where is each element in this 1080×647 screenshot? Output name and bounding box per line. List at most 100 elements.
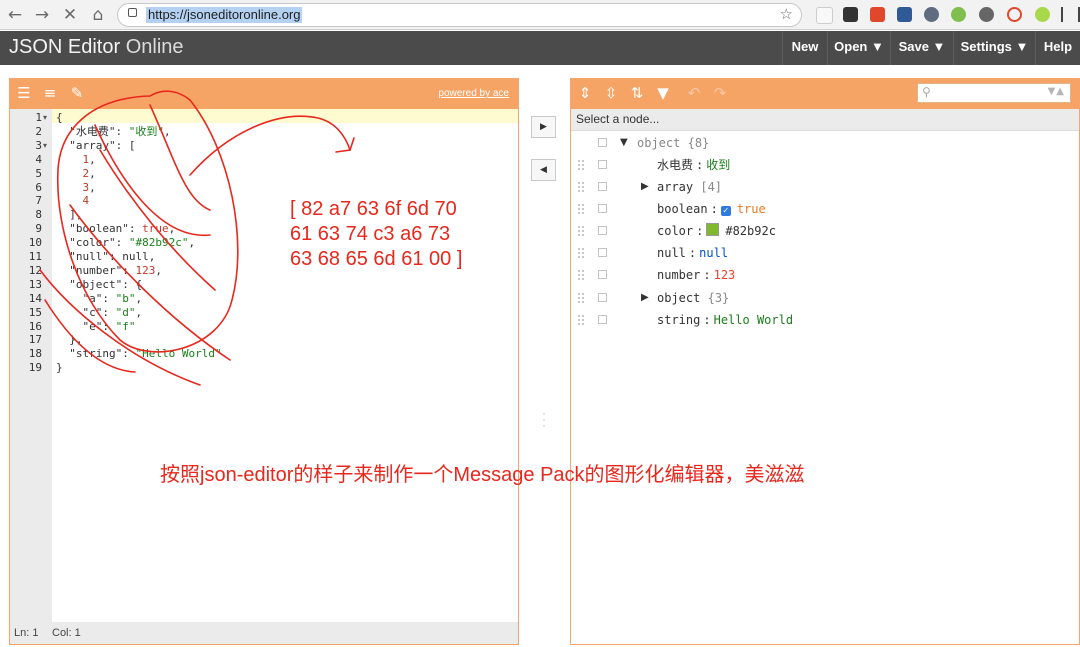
context-menu-checkbox[interactable] (598, 138, 607, 147)
code-line[interactable]: ], (56, 208, 82, 222)
fold-toggle-icon[interactable]: ▾ (43, 141, 47, 150)
back-icon[interactable]: ← (4, 4, 26, 26)
code-line[interactable]: "e": "f" (56, 320, 135, 334)
field-value[interactable]: #82b92c (725, 224, 776, 238)
wrench-icon[interactable]: ✎ (67, 83, 87, 103)
field-value[interactable]: true (737, 202, 766, 216)
field-key[interactable]: color (657, 224, 693, 238)
field-key[interactable]: string (657, 313, 700, 327)
expand-all-icon[interactable]: ⇕ (575, 83, 595, 103)
context-menu-checkbox[interactable] (598, 270, 607, 279)
redo-icon[interactable]: ↷ (710, 83, 730, 103)
field-key[interactable]: array (657, 180, 693, 194)
home-icon[interactable]: ⌂ (87, 4, 109, 26)
fold-toggle-icon[interactable]: ▾ (43, 113, 47, 122)
extension-smile-icon[interactable] (1035, 7, 1050, 22)
extension-red-icon[interactable] (870, 7, 885, 22)
extension-green-icon[interactable] (951, 7, 966, 22)
collapse-all-icon[interactable]: ⇳ (601, 83, 621, 103)
code-line[interactable]: "color": "#82b92c", (56, 236, 195, 250)
code-line[interactable]: "水电费": "收到", (56, 125, 170, 139)
format-icon[interactable]: ☰ (14, 83, 34, 103)
code-line[interactable]: }, (56, 333, 82, 347)
color-swatch[interactable] (706, 223, 720, 236)
menu-open[interactable]: Open ▼ (827, 31, 890, 65)
extension-compass-icon[interactable] (979, 7, 994, 22)
context-menu-checkbox[interactable] (598, 315, 607, 324)
drag-handle-icon[interactable] (577, 269, 585, 281)
powered-by-ace-link[interactable]: powered by ace (438, 88, 509, 99)
code-line[interactable]: 2, (56, 167, 96, 181)
address-bar[interactable]: https://jsoneditoronline.org ☆ (117, 3, 802, 27)
tree-row[interactable]: ▶ array [4] (571, 176, 1079, 198)
code-line[interactable]: "object": { (56, 278, 142, 292)
field-value[interactable]: Hello World (714, 313, 793, 327)
copy-to-left-button[interactable]: ◀ (531, 159, 556, 181)
tree-search-input[interactable]: ⚲ ▼▲ (917, 83, 1071, 103)
code-line[interactable]: "a": "b", (56, 292, 142, 306)
drag-handle-icon[interactable] (577, 292, 585, 304)
extension-blue-icon[interactable] (897, 7, 912, 22)
code-line[interactable]: "c": "d", (56, 306, 142, 320)
code-line[interactable]: "string": "Hello World" (56, 347, 221, 361)
code-line[interactable]: 3, (56, 181, 96, 195)
drag-handle-icon[interactable] (577, 225, 585, 237)
field-value[interactable]: null (699, 246, 728, 260)
extension-people-icon[interactable] (924, 7, 939, 22)
menu-save[interactable]: Save ▼ (890, 31, 953, 65)
field-value[interactable]: 123 (714, 268, 736, 282)
compact-icon[interactable]: ≡ (40, 83, 60, 103)
forward-icon[interactable]: → (31, 4, 53, 26)
context-menu-checkbox[interactable] (598, 204, 607, 213)
drag-handle-icon[interactable] (577, 203, 585, 215)
bookmark-star-icon[interactable]: ☆ (780, 5, 793, 23)
context-menu-checkbox[interactable] (598, 248, 607, 257)
undo-icon[interactable]: ↶ (684, 83, 704, 103)
tree-row[interactable]: number:123 (571, 264, 1079, 286)
drag-handle-icon[interactable] (577, 159, 585, 171)
search-nav-arrows-icon[interactable]: ▼▲ (1048, 86, 1065, 97)
field-key[interactable]: boolean (657, 202, 708, 216)
field-key[interactable]: 水电费 (657, 158, 693, 172)
code-line[interactable]: 4 (56, 194, 90, 208)
tree-row[interactable]: string: Hello World (571, 309, 1079, 331)
drag-handle-icon[interactable] (577, 314, 585, 326)
tree-row[interactable]: null: null (571, 242, 1079, 264)
context-menu-checkbox[interactable] (598, 160, 607, 169)
tree-row[interactable]: 水电费: 收到 (571, 154, 1079, 176)
tree-row[interactable]: boolean: ✓ true (571, 198, 1079, 220)
tree-root-row[interactable]: ▼ object {8} (571, 132, 1079, 154)
tree-row[interactable]: ▶ object {3} (571, 287, 1079, 309)
menu-help[interactable]: Help (1035, 31, 1080, 65)
code-line[interactable]: "boolean": true, (56, 222, 175, 236)
filter-icon[interactable]: ▼ (653, 83, 673, 103)
splitter-handle[interactable]: · · · (540, 407, 548, 431)
field-value[interactable]: 收到 (706, 158, 730, 172)
expand-arrow-icon[interactable]: ▶ (641, 176, 649, 198)
menu-new[interactable]: New (782, 31, 827, 65)
menu-settings[interactable]: Settings ▼ (953, 31, 1035, 65)
stop-loading-icon[interactable]: ✕ (59, 4, 81, 26)
node-navigation-bar[interactable]: Select a node... (571, 109, 1079, 131)
code-line[interactable]: { (56, 111, 63, 125)
code-line[interactable]: } (56, 361, 63, 375)
extension-blank-icon[interactable] (816, 7, 833, 24)
expand-arrow-icon[interactable]: ▶ (641, 287, 649, 309)
collapse-arrow-icon[interactable]: ▼ (620, 132, 628, 154)
extension-block-icon[interactable] (1007, 7, 1022, 22)
field-key[interactable]: null (657, 246, 686, 260)
code-line[interactable]: "number": 123, (56, 264, 162, 278)
field-key[interactable]: object (657, 291, 700, 305)
extension-bracket-icon[interactable] (1061, 7, 1080, 22)
extension-dark-icon[interactable] (843, 7, 858, 22)
url-text[interactable]: https://jsoneditoronline.org (146, 7, 303, 23)
code-line[interactable]: "array": [ (56, 139, 135, 153)
code-line[interactable]: "null": null, (56, 250, 155, 264)
drag-handle-icon[interactable] (577, 181, 585, 193)
context-menu-checkbox[interactable] (598, 293, 607, 302)
tree-row[interactable]: color: #82b92c (571, 220, 1079, 242)
drag-handle-icon[interactable] (577, 247, 585, 259)
boolean-checkbox[interactable]: ✓ (720, 206, 731, 216)
field-key[interactable]: number (657, 268, 700, 282)
copy-to-right-button[interactable]: ▶ (531, 116, 556, 138)
